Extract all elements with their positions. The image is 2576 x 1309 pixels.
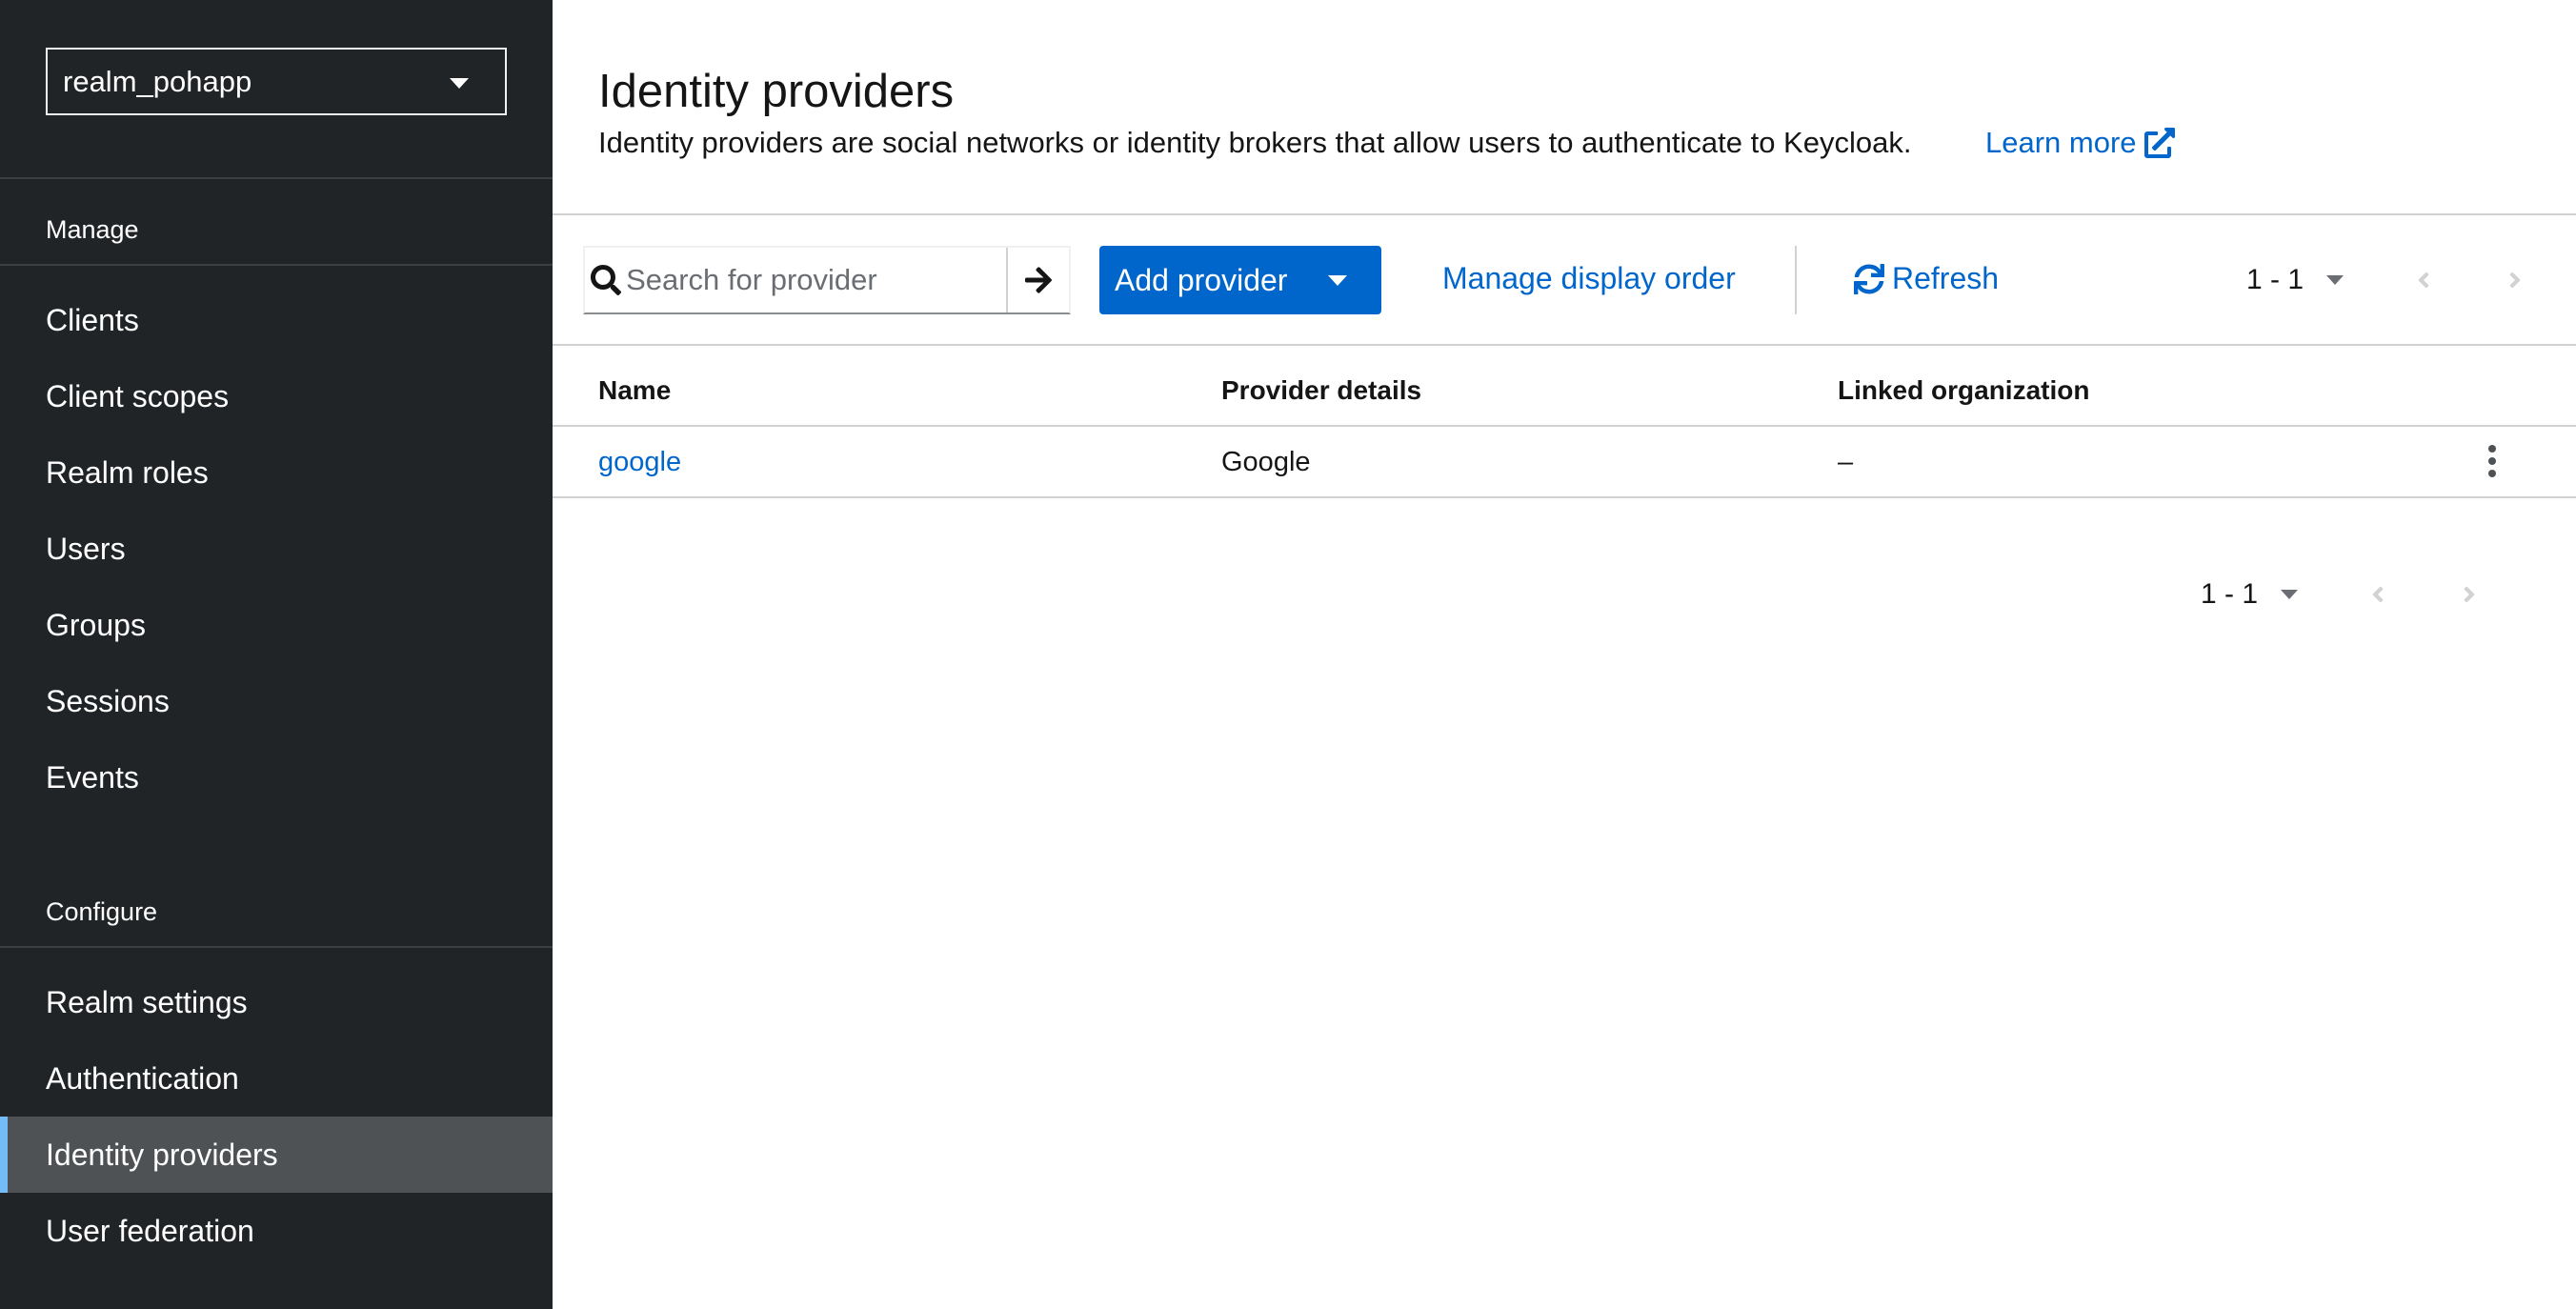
bottom-pagination: 1 - 1 xyxy=(2201,575,2488,614)
next-page-button[interactable] xyxy=(2450,575,2488,614)
search-submit-button[interactable] xyxy=(1006,248,1069,312)
page-title: Identity providers xyxy=(598,66,955,117)
angle-right-icon xyxy=(2509,272,2521,289)
realm-selector-value: realm_pohapp xyxy=(63,64,252,98)
learn-more-label: Learn more xyxy=(1985,126,2137,159)
sidebar-group-manage: Manage xyxy=(46,215,139,244)
pagination-range: 1 - 1 xyxy=(2246,264,2304,295)
external-link-icon xyxy=(2143,128,2175,158)
toolbar-separator xyxy=(1795,246,1797,314)
sidebar-item-client-scopes[interactable]: Client scopes xyxy=(0,358,553,434)
table-header-divider xyxy=(553,425,2576,427)
learn-more-link[interactable]: Learn more xyxy=(1985,126,2175,160)
provider-name-link[interactable]: google xyxy=(598,447,681,478)
sidebar-item-identity-providers[interactable]: Identity providers xyxy=(0,1117,553,1193)
caret-down-icon xyxy=(450,78,469,89)
angle-left-icon xyxy=(2372,586,2384,603)
linked-organization-cell: – xyxy=(1838,447,1854,477)
caret-down-icon xyxy=(1328,275,1347,286)
caret-down-icon xyxy=(2281,590,2299,599)
arrow-right-icon xyxy=(1025,267,1053,293)
sidebar-divider xyxy=(0,946,553,948)
search-input[interactable] xyxy=(626,248,1007,312)
sidebar-divider xyxy=(0,177,553,179)
column-header-name[interactable]: Name xyxy=(598,375,671,406)
add-provider-label: Add provider xyxy=(1115,262,1288,297)
sidebar-item-realm-roles[interactable]: Realm roles xyxy=(0,434,553,511)
search-icon xyxy=(585,248,626,312)
sync-icon xyxy=(1854,263,1884,294)
sidebar-item-users[interactable]: Users xyxy=(0,511,553,587)
pagination-range-toggle[interactable]: 1 - 1 xyxy=(2246,264,2345,296)
pagination-range: 1 - 1 xyxy=(2201,578,2259,610)
sidebar-divider xyxy=(0,264,553,266)
realm-selector[interactable]: realm_pohapp xyxy=(46,48,507,115)
prev-page-button[interactable] xyxy=(2405,261,2443,299)
sidebar-item-clients[interactable]: Clients xyxy=(0,282,553,358)
caret-down-icon xyxy=(2326,275,2345,285)
manage-display-order-button[interactable]: Manage display order xyxy=(1442,261,1736,296)
sidebar-item-authentication[interactable]: Authentication xyxy=(0,1040,553,1117)
refresh-button[interactable]: Refresh xyxy=(1854,261,1999,296)
toolbar-divider xyxy=(553,344,2576,346)
refresh-label: Refresh xyxy=(1892,261,2000,295)
kebab-icon[interactable] xyxy=(2473,440,2511,482)
pagination-range-toggle[interactable]: 1 - 1 xyxy=(2201,578,2299,611)
angle-left-icon xyxy=(2418,272,2429,289)
header-divider xyxy=(553,213,2576,215)
provider-details-cell: Google xyxy=(1221,447,1311,477)
main-content: Identity providers Identity providers ar… xyxy=(553,0,2576,1309)
search-box xyxy=(583,246,1071,314)
angle-right-icon xyxy=(2464,586,2475,603)
column-header-provider-details: Provider details xyxy=(1221,375,1422,405)
next-page-button[interactable] xyxy=(2496,261,2534,299)
sidebar-item-user-federation[interactable]: User federation xyxy=(0,1193,553,1269)
prev-page-button[interactable] xyxy=(2359,575,2397,614)
page-description: Identity providers are social networks o… xyxy=(598,126,1912,159)
sidebar-item-realm-settings[interactable]: Realm settings xyxy=(0,964,553,1040)
table-row-divider xyxy=(553,496,2576,498)
add-provider-button[interactable]: Add provider xyxy=(1099,246,1381,314)
sidebar-item-events[interactable]: Events xyxy=(0,739,553,816)
sidebar-item-groups[interactable]: Groups xyxy=(0,587,553,663)
sidebar: realm_pohapp Manage Clients Client scope… xyxy=(0,0,553,1309)
top-pagination: 1 - 1 xyxy=(2246,261,2534,299)
column-header-linked-organization: Linked organization xyxy=(1838,375,2090,405)
sidebar-item-sessions[interactable]: Sessions xyxy=(0,663,553,739)
sidebar-group-configure: Configure xyxy=(46,897,158,926)
